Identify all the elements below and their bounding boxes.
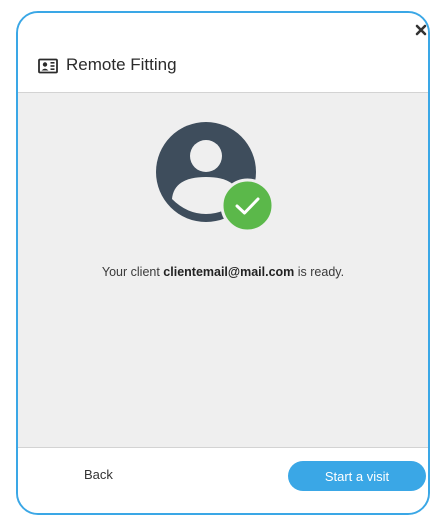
client-ready-message: Your client clientemail@mail.com is read… <box>18 265 428 279</box>
start-visit-label: Start a visit <box>324 468 390 484</box>
dialog-footer: Back Start a visit <box>18 447 428 513</box>
start-visit-button[interactable]: Start a visit <box>288 461 426 491</box>
back-button[interactable]: Back <box>84 467 113 482</box>
remote-fitting-dialog: Remote Fitting Your client clientemail@m… <box>16 11 430 515</box>
close-icon[interactable] <box>410 19 432 41</box>
dialog-header: Remote Fitting <box>18 13 428 93</box>
client-email: clientemail@mail.com <box>163 265 295 279</box>
message-suffix: is ready. <box>294 265 345 279</box>
dialog-title: Remote Fitting <box>66 55 177 74</box>
message-prefix: Your client <box>101 265 164 279</box>
check-icon <box>220 178 275 233</box>
video-call-icon <box>38 58 58 74</box>
